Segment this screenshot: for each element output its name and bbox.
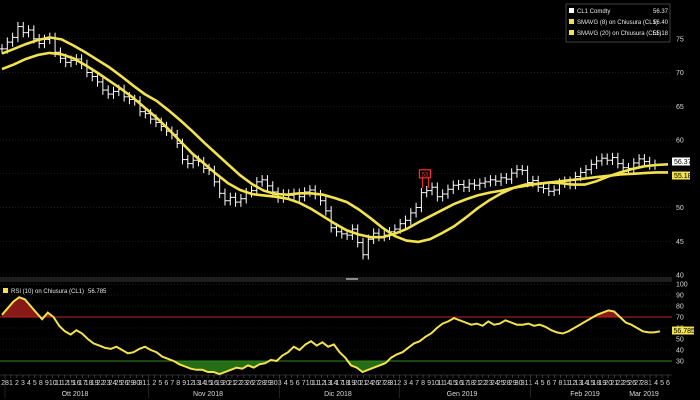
x-tick-label: 28 [640,380,648,387]
legend-label-sma20: SMAVG (20) on Chiusura (CL1) [577,31,661,37]
rsi-last-label: 56.785 [674,328,696,335]
legend-label-price: CL1 Comdty [577,9,610,15]
price-legend: CL1 Comdty 56.37 SMAVG (8) on Chiusura (… [565,3,671,43]
rsi-tick-label: 50 [676,337,684,344]
x-tick-label: 4 [284,380,288,387]
price-tick-label: 45 [676,239,684,246]
rsi-tick-label: 100 [676,282,688,289]
x-month-label: Gen 2019 [447,391,478,398]
x-tick-label: 6 [547,380,551,387]
x-tick-label: 5 [158,380,162,387]
rsi-last-value-label: 56.785 [672,326,696,335]
x-month-label: Ott 2018 [62,391,89,398]
rsi-legend-label: RSI (10) on Chiusura (CL1) [11,289,84,295]
legend-swatch-sma20 [569,30,574,35]
x-tick-label: 3 [21,380,25,387]
x-month-label: Nov 2018 [193,391,223,398]
x-tick-label: 7 [553,380,557,387]
x-month-label: Feb 2019 [570,391,600,398]
price-tick-label: 50 [676,205,684,212]
legend-value-sma20: 55.18 [653,31,669,37]
x-tick-label: 2 [15,380,19,387]
legend-swatch-price [569,8,574,13]
price-tick-label: 75 [676,36,684,43]
x-month-label: Mar 2019 [629,391,659,398]
x-month-label: Dic 2018 [324,391,352,398]
rsi-tick-label: 90 [676,293,684,300]
x-tick-label: 1 [9,380,13,387]
x-tick-label: 31 [389,380,397,387]
x-tick-label: 6 [666,380,670,387]
x-tick-label: 8 [176,380,180,387]
rsi-legend-value: 56.785 [88,289,107,295]
last-price-label: 56.37 [674,159,692,166]
price-tick-label: 70 [676,70,684,77]
x-tick-label: 4 [654,380,658,387]
x-tick-label: 4 [409,380,413,387]
x-tick-label: 5 [660,380,664,387]
rsi-legend-swatch [3,288,8,293]
x-tick-label: 31 [521,380,529,387]
x-tick-label: 4 [535,380,539,387]
panel-resize-handle[interactable] [346,278,358,280]
flag-label: 53 [422,172,429,178]
legend-swatch-sma8 [569,19,574,24]
legend-label-sma8: SMAVG (8) on Chiusura (CL1) [577,20,658,26]
price-tick-label: 65 [676,104,684,111]
x-tick-label: 7 [415,380,419,387]
x-tick-label: 4 [27,380,31,387]
rsi-tick-label: 80 [676,304,684,311]
price-tick-label: 40 [676,273,684,280]
sma20-last-label: 55.18 [674,173,692,180]
x-tick-label: 3 [403,380,407,387]
x-tick-label: 8 [421,380,425,387]
legend-value-sma8: 56.40 [653,20,669,26]
price-tick-label: 60 [676,138,684,145]
x-tick-label: 5 [290,380,294,387]
x-tick-label: 7 [170,380,174,387]
legend-value-price: 56.37 [653,9,669,15]
rsi-tick-label: 70 [676,315,684,322]
x-tick-label: 31 [138,380,146,387]
x-tick-label: 8 [39,380,43,387]
x-tick-label: 6 [164,380,168,387]
x-tick-label: 2 [152,380,156,387]
panel-separator [0,277,672,282]
rsi-tick-label: 30 [676,359,684,366]
x-tick-label: 5 [33,380,37,387]
x-tick-label: 30 [270,380,278,387]
x-tick-label: 6 [296,380,300,387]
chart-canvas: 4045505560657075 53 56.3755.18 CL1 Comdt… [0,0,700,400]
rsi-tick-label: 40 [676,348,684,355]
x-tick-label: 5 [541,380,545,387]
